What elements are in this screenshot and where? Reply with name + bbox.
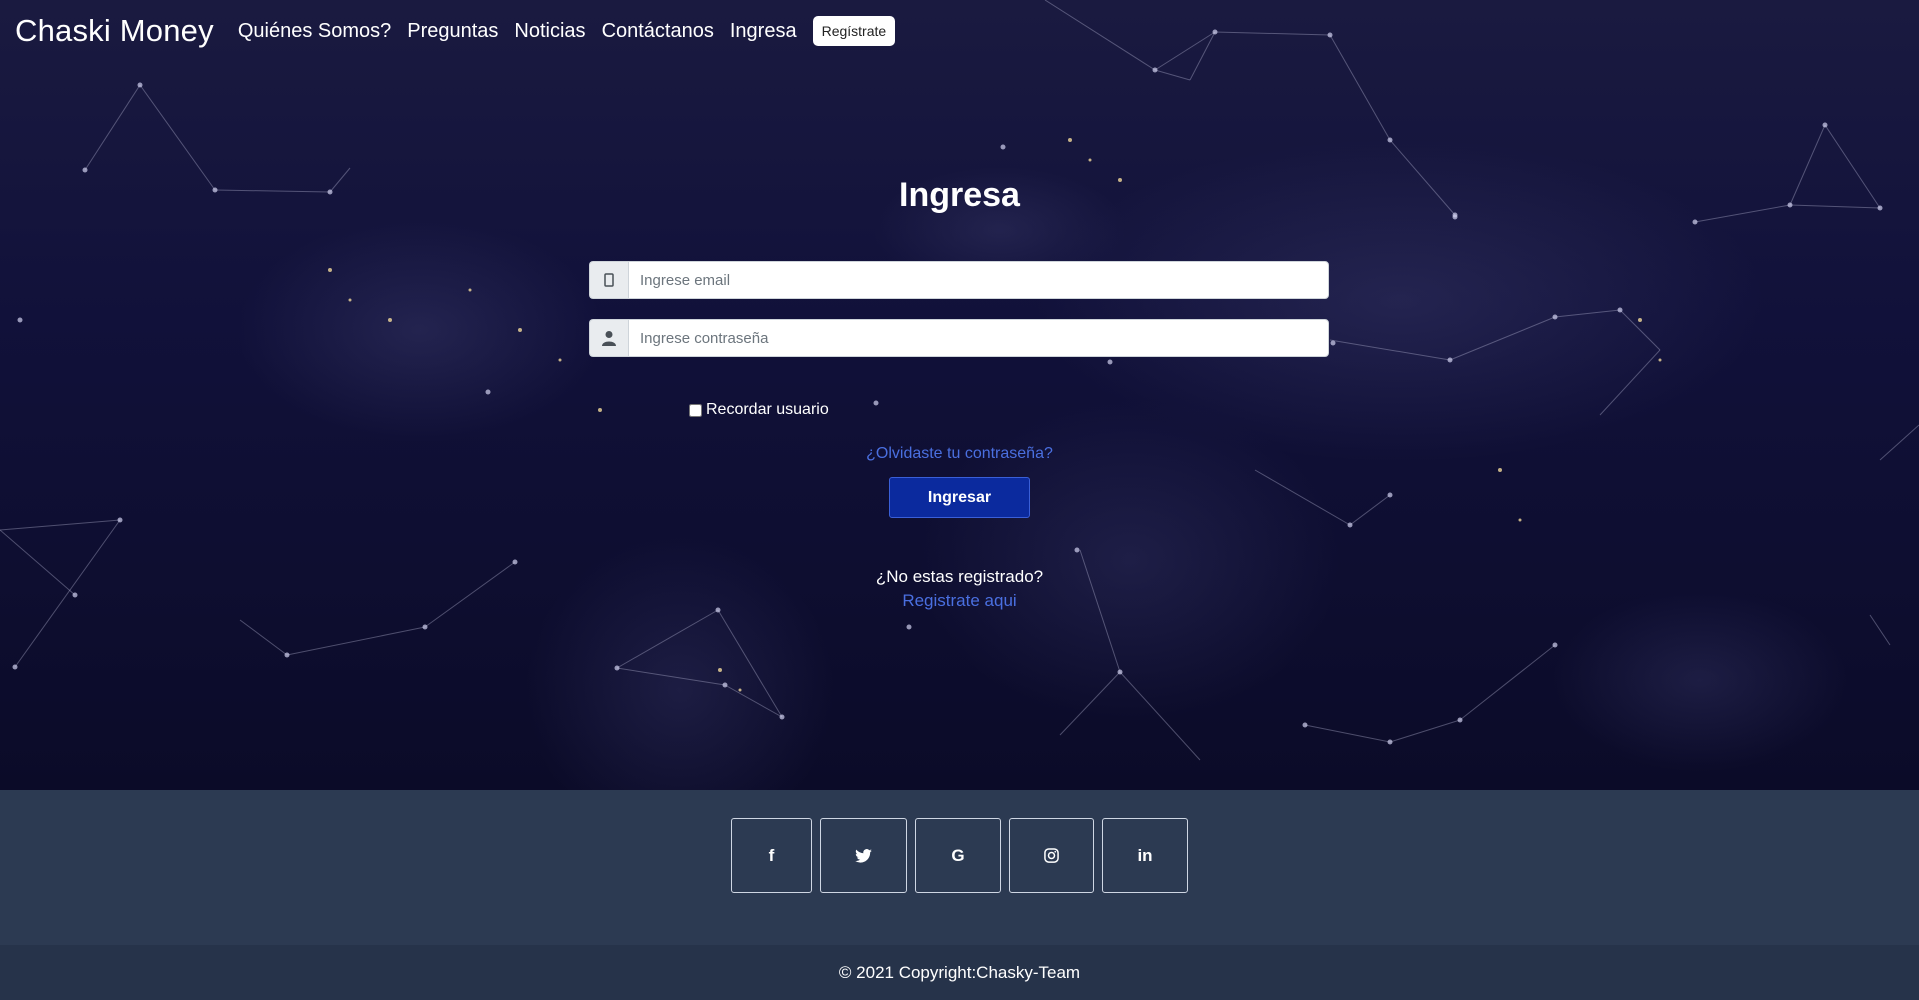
nav-link-quienes-somos[interactable]: Quiénes Somos? <box>238 20 391 43</box>
nav-link-noticias[interactable]: Noticias <box>514 20 585 43</box>
register-button[interactable]: Regístrate <box>812 16 896 46</box>
no-account-text: ¿No estas registrado? <box>875 567 1044 586</box>
nav-link-contactanos[interactable]: Contáctanos <box>602 20 714 43</box>
email-input[interactable] <box>628 261 1329 299</box>
user-icon <box>589 319 628 357</box>
nav-link-preguntas[interactable]: Preguntas <box>407 20 498 43</box>
login-title: Ingresa <box>899 176 1020 214</box>
facebook-icon[interactable]: f <box>731 818 812 893</box>
password-input-group <box>589 319 1329 357</box>
instagram-icon[interactable] <box>1009 818 1094 893</box>
login-submit-button[interactable]: Ingresar <box>889 477 1030 518</box>
navbar: Chaski Money Quiénes Somos? Preguntas No… <box>0 0 1919 62</box>
forgot-password-link[interactable]: ¿Olvidaste tu contraseña? <box>0 445 1919 463</box>
remember-user-label: Recordar usuario <box>706 401 829 418</box>
hero-background <box>0 0 1919 790</box>
nav-link-ingresa[interactable]: Ingresa <box>730 20 797 43</box>
email-input-group <box>589 261 1329 299</box>
remember-user: Recordar usuario <box>689 401 829 419</box>
linkedin-icon[interactable]: in <box>1102 818 1188 893</box>
network-lines <box>0 0 1919 761</box>
mobile-icon <box>589 261 628 299</box>
google-icon[interactable]: G <box>915 818 1001 893</box>
footer: f G in <box>0 790 1919 945</box>
password-input[interactable] <box>628 319 1329 357</box>
copyright-bar: © 2021 Copyright:Chasky-Team <box>0 945 1919 1000</box>
remember-user-checkbox[interactable] <box>689 403 702 417</box>
copyright-text: © 2021 Copyright:Chasky-Team <box>838 962 1081 982</box>
network-constellation-decoration <box>0 0 1919 761</box>
network-nodes <box>12 29 1883 745</box>
brand-logo[interactable]: Chaski Money <box>15 13 214 49</box>
register-here-link[interactable]: Registrate aqui <box>0 591 1919 611</box>
twitter-icon[interactable] <box>820 818 907 893</box>
